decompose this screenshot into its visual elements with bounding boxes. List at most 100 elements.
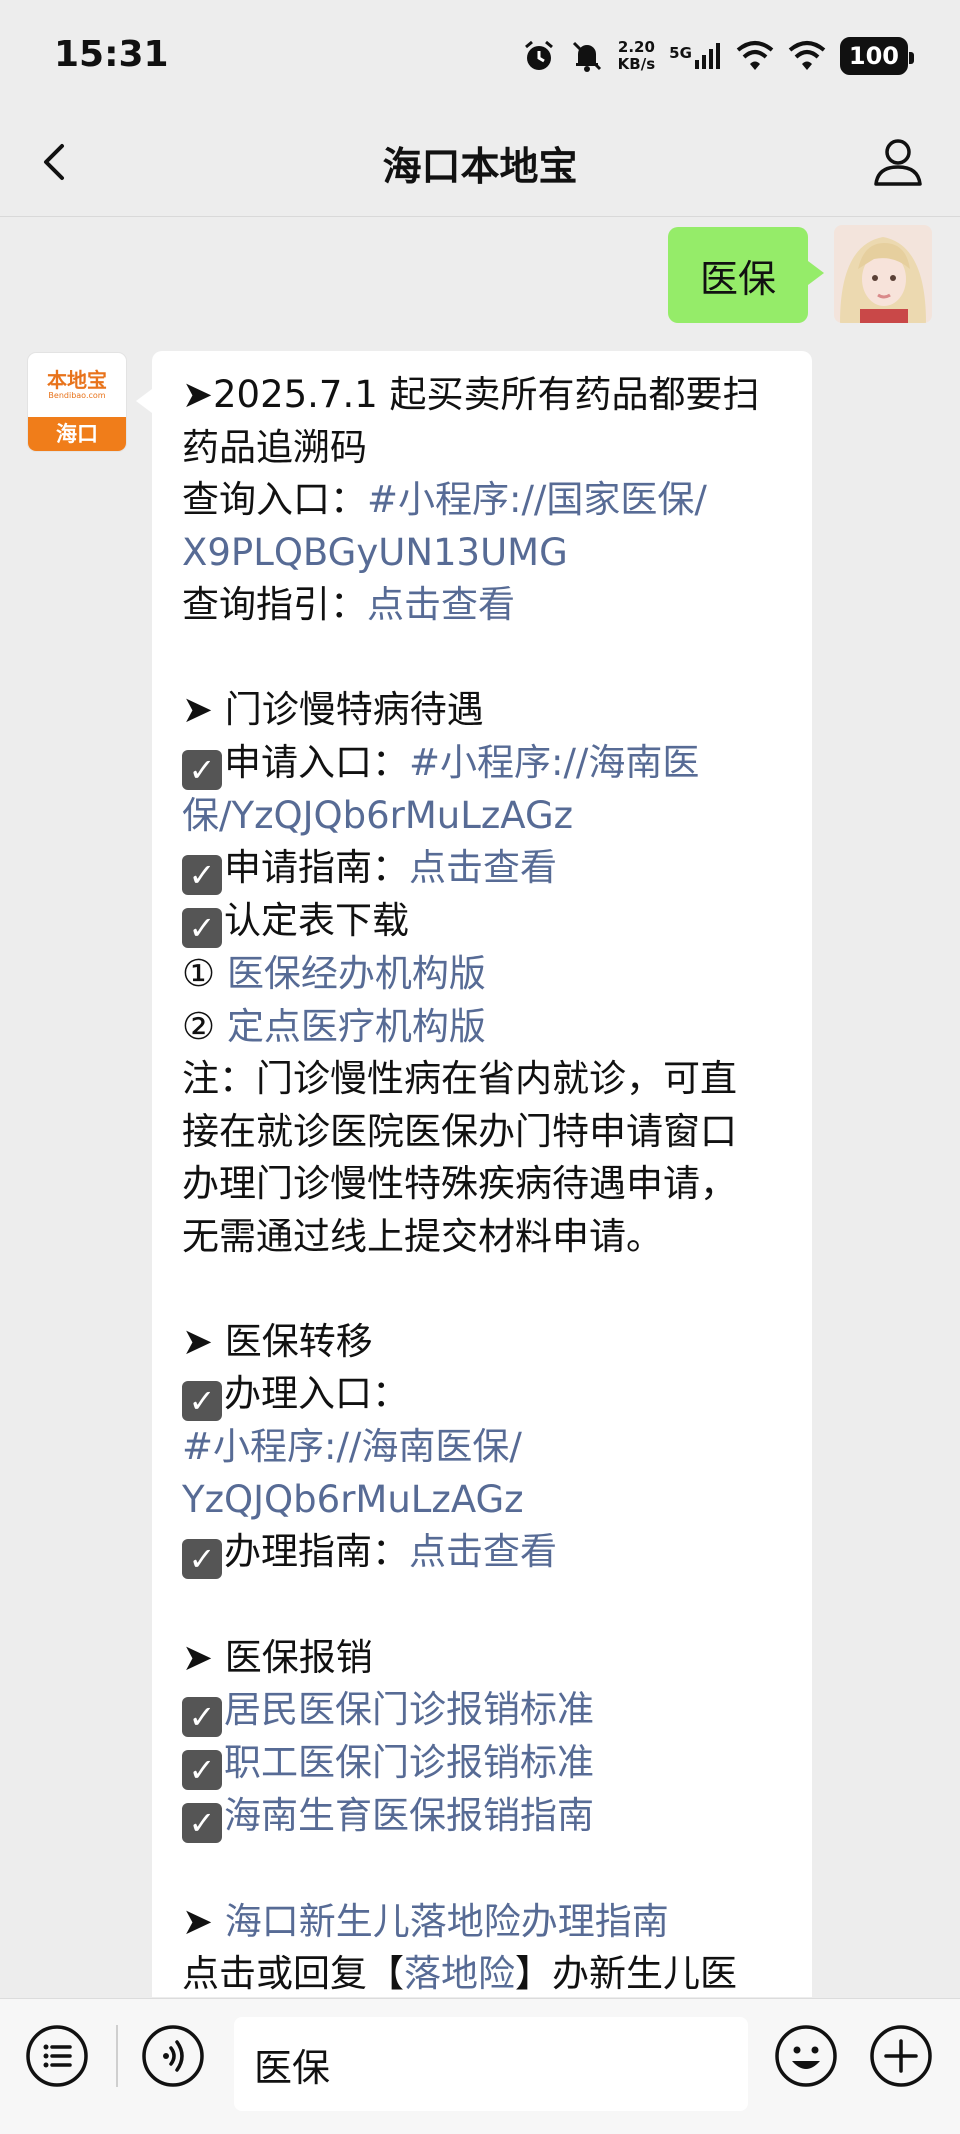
reply-line: ✓ 办理入口： <box>182 1368 784 1421</box>
reply-link[interactable]: 医保经办机构版 <box>227 952 486 995</box>
reply-text: 药品追溯码 <box>182 425 367 469</box>
reply-line: 接在就诊医院医保办门特申请窗口 <box>182 1106 784 1159</box>
reply-text: ① <box>182 952 227 995</box>
reply-text: 点击或回复【 <box>182 1952 404 1995</box>
reply-line: X9PLQBGyUN13UMG <box>182 527 784 580</box>
bot-logo-city: 海口 <box>28 417 126 451</box>
reply-line: 查询指引：点击查看 <box>182 579 784 632</box>
reply-link[interactable]: 保/YzQJQb6rMuLzAGz <box>182 794 573 837</box>
status-icons: 2.20 KB/s 5G 100 <box>522 32 915 80</box>
reply-blank-line <box>182 1263 784 1316</box>
reply-link[interactable]: 点击查看 <box>409 1530 557 1573</box>
reply-link[interactable]: 海口新生儿落地险办理指南 <box>225 1900 669 1943</box>
bot-avatar[interactable]: 本地宝 Bendibao.com 海口 <box>28 353 126 451</box>
reply-text: 办理入口： <box>224 1372 409 1415</box>
reply-line: ① 医保经办机构版 <box>182 948 784 1001</box>
reply-line: 点击或回复【落地险】办新生儿医 <box>182 1948 784 1997</box>
net-speed: 2.20 KB/s <box>618 39 655 73</box>
message-input[interactable]: 医保 <box>234 2017 748 2111</box>
reply-text: 办理门诊慢性特殊疾病待遇申请， <box>182 1162 737 1205</box>
wifi-icon <box>736 41 774 70</box>
status-time: 15:31 <box>54 34 169 75</box>
menu-list-icon[interactable] <box>24 2023 90 2089</box>
reply-line: 注：门诊慢性病在省内就诊，可直 <box>182 1053 784 1106</box>
reply-message-bubble[interactable]: ➤2025.7.1 起买卖所有药品都要扫 药品追溯码查询入口：#小程序://国家医… <box>136 351 812 1997</box>
reply-text: ➤ 门诊慢特病待遇 <box>182 688 484 731</box>
user-icon[interactable] <box>870 134 926 190</box>
reply-link[interactable]: 定点医疗机构版 <box>227 1005 486 1048</box>
reply-link[interactable]: #小程序://国家医保/ <box>367 478 707 521</box>
reply-line: YzQJQb6rMuLzAGz <box>182 1474 784 1527</box>
reply-text: 查询指引： <box>182 583 367 626</box>
bot-logo: 本地宝 Bendibao.com <box>28 353 126 417</box>
reply-line: ✓ 职工医保门诊报销标准 <box>182 1737 784 1790</box>
reply-text: 办理指南： <box>224 1530 409 1573</box>
checkbox-icon: ✓ <box>182 1750 222 1790</box>
checkbox-icon: ✓ <box>182 1381 222 1421</box>
reply-link[interactable]: 落地险 <box>404 1952 515 1995</box>
alarm-icon <box>524 40 553 70</box>
reply-link[interactable]: 职工医保门诊报销标准 <box>224 1741 594 1784</box>
mute-bell-icon <box>572 41 601 72</box>
wifi-icon <box>788 41 826 70</box>
reply-line: 办理门诊慢性特殊疾病待遇申请， <box>182 1158 784 1211</box>
reply-line: 查询入口：#小程序://国家医保/ <box>182 474 784 527</box>
avatar[interactable] <box>834 225 932 323</box>
input-divider <box>116 2025 118 2087</box>
chat-area[interactable]: 医保 本地宝 Bendibao.com 海口 ➤2025.7.1 起买卖所有药品… <box>0 217 960 1997</box>
reply-text: 接在就诊医院医保办门特申请窗口 <box>182 1109 737 1153</box>
checkbox-icon: ✓ <box>182 1803 222 1843</box>
bot-logo-text: 本地宝 <box>47 368 107 392</box>
message-input-text: 医保 <box>254 2045 331 2090</box>
reply-text: 认定表下载 <box>224 899 409 942</box>
reply-line: ➤ 医保报销 <box>182 1632 784 1685</box>
status-bar: 15:31 2.20 KB/s 5G 100 <box>0 0 960 110</box>
reply-line: ➤ 医保转移 <box>182 1316 784 1369</box>
network-type: 5G <box>669 44 692 62</box>
reply-line: 药品追溯码 <box>182 422 784 475</box>
reply-line: 保/YzQJQb6rMuLzAGz <box>182 790 784 843</box>
reply-text: 申请入口： <box>224 740 409 784</box>
net-speed-unit: KB/s <box>617 55 656 73</box>
reply-link[interactable]: 点击查看 <box>409 846 557 889</box>
reply-text: 查询入口： <box>182 478 367 521</box>
reply-line: ✓ 海南生育医保报销指南 <box>182 1790 784 1843</box>
reply-text: ➤ <box>182 1899 225 1943</box>
nav-bar: 海口本地宝 <box>0 110 960 217</box>
reply-line: ➤2025.7.1 起买卖所有药品都要扫 <box>182 369 784 422</box>
reply-text: ➤ 医保报销 <box>182 1635 373 1679</box>
checkbox-icon: ✓ <box>182 908 222 948</box>
reply-line: 无需通过线上提交材料申请。 <box>182 1211 784 1264</box>
reply-text: ➤2025.7.1 起买卖所有药品都要扫 <box>182 373 760 416</box>
avatar-image <box>834 225 932 323</box>
reply-blank-line <box>182 632 784 685</box>
sent-message-text: 医保 <box>699 256 776 301</box>
reply-link[interactable]: 海南生育医保报销指南 <box>224 1794 594 1837</box>
plus-icon[interactable] <box>868 2023 934 2089</box>
reply-text: 注：门诊慢性病在省内就诊，可直 <box>182 1057 737 1100</box>
emoji-icon[interactable] <box>773 2023 839 2089</box>
reply-link[interactable]: X9PLQBGyUN13UMG <box>182 531 568 574</box>
reply-link[interactable]: #小程序://海南医保/ <box>182 1425 522 1468</box>
voice-icon[interactable] <box>140 2023 206 2089</box>
checkbox-icon: ✓ <box>182 749 222 790</box>
reply-text: 无需通过线上提交材料申请。 <box>182 1214 663 1258</box>
page-title: 海口本地宝 <box>382 145 578 190</box>
reply-text: 】办新生儿医 <box>515 1952 737 1995</box>
signal-icon <box>694 43 720 69</box>
reply-link[interactable]: 点击查看 <box>367 583 515 626</box>
reply-link[interactable]: #小程序://海南医 <box>409 741 699 784</box>
input-bar: 医保 <box>0 1998 960 2134</box>
reply-line: ✓ 申请入口：#小程序://海南医 <box>182 737 784 790</box>
reply-link[interactable]: 居民医保门诊报销标准 <box>224 1688 594 1731</box>
reply-line: ✓ 申请指南：点击查看 <box>182 842 784 895</box>
reply-line: ✓ 办理指南：点击查看 <box>182 1526 784 1579</box>
reply-text: ➤ 医保转移 <box>182 1319 373 1363</box>
reply-text: 申请指南： <box>224 846 409 889</box>
sent-message-bubble[interactable]: 医保 <box>668 227 824 323</box>
reply-line: #小程序://海南医保/ <box>182 1421 784 1474</box>
reply-link[interactable]: YzQJQb6rMuLzAGz <box>182 1478 524 1521</box>
reply-line: ② 定点医疗机构版 <box>182 1001 784 1054</box>
net-speed-value: 2.20 <box>617 38 655 56</box>
checkbox-icon: ✓ <box>182 855 222 895</box>
